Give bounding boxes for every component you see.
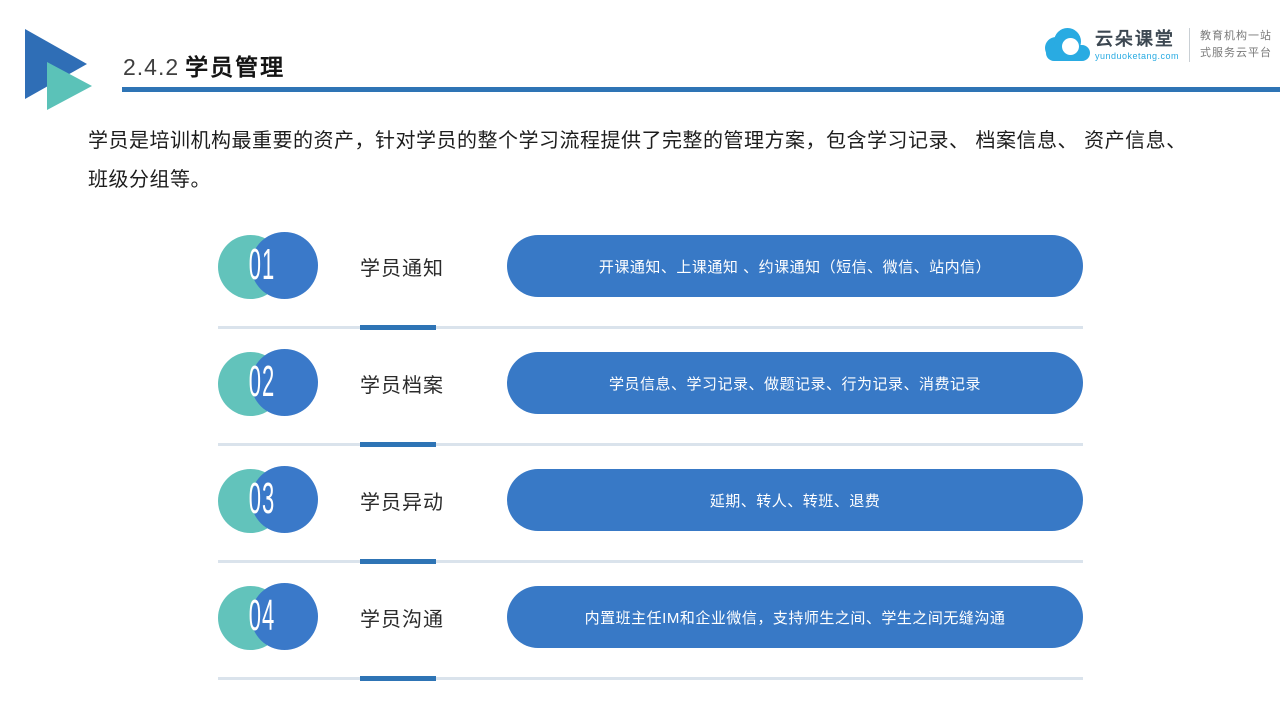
brand-tagline-line2: 式服务云平台	[1200, 45, 1272, 62]
brand-divider	[1189, 28, 1190, 62]
section-number: 2.4.2	[123, 54, 179, 80]
badge-number: 01	[247, 243, 277, 287]
number-badge: 03	[218, 465, 322, 535]
brand-text: 云朵课堂 yunduoketang.com	[1095, 29, 1179, 61]
intro-line2: 班级分组等。	[88, 169, 211, 191]
divider-accent	[360, 325, 436, 330]
brand-logo: 云朵课堂 yunduoketang.com 教育机构一站 式服务云平台	[1045, 28, 1272, 62]
intro-paragraph: 学员是培训机构最重要的资产，针对学员的整个学习流程提供了完整的管理方案，包含学习…	[88, 122, 1187, 200]
feature-label: 学员异动	[360, 486, 507, 515]
triangle-teal-icon	[47, 62, 92, 110]
feature-pill: 开课通知、上课通知 、约课通知（短信、微信、站内信）	[507, 235, 1083, 297]
feature-label: 学员通知	[360, 252, 507, 281]
divider-accent	[360, 442, 436, 447]
title-underline	[122, 87, 1280, 92]
feature-row-1: 01 学员通知 开课通知、上课通知 、约课通知（短信、微信、站内信）	[218, 220, 1083, 329]
row-divider	[218, 443, 1083, 446]
number-badge: 02	[218, 348, 322, 418]
row-divider	[218, 326, 1083, 329]
feature-description: 学员信息、学习记录、做题记录、行为记录、消费记录	[609, 373, 981, 394]
feature-label: 学员沟通	[360, 603, 507, 632]
divider-accent	[360, 676, 436, 681]
feature-row-4: 04 学员沟通 内置班主任IM和企业微信，支持师生之间、学生之间无缝沟通	[218, 571, 1083, 680]
feature-pill: 内置班主任IM和企业微信，支持师生之间、学生之间无缝沟通	[507, 586, 1083, 648]
divider-accent	[360, 559, 436, 564]
number-badge: 01	[218, 231, 322, 301]
feature-pill: 延期、转人、转班、退费	[507, 469, 1083, 531]
intro-line1: 学员是培训机构最重要的资产，针对学员的整个学习流程提供了完整的管理方案，包含学习…	[88, 130, 1187, 152]
slide-corner-logo	[25, 29, 105, 114]
number-badge: 04	[218, 582, 322, 652]
feature-list: 01 学员通知 开课通知、上课通知 、约课通知（短信、微信、站内信） 02 学员…	[218, 220, 1083, 688]
feature-description: 开课通知、上课通知 、约课通知（短信、微信、站内信）	[599, 256, 991, 277]
badge-number: 03	[247, 477, 277, 521]
cloud-icon	[1045, 28, 1091, 62]
feature-description: 延期、转人、转班、退费	[710, 490, 881, 511]
brand-domain: yunduoketang.com	[1095, 51, 1179, 61]
feature-row-2: 02 学员档案 学员信息、学习记录、做题记录、行为记录、消费记录	[218, 337, 1083, 446]
brand-tagline-line1: 教育机构一站	[1200, 28, 1272, 45]
feature-label: 学员档案	[360, 369, 507, 398]
section-title: 学员管理	[185, 54, 285, 80]
badge-number: 02	[247, 360, 277, 404]
brand-tagline: 教育机构一站 式服务云平台	[1200, 28, 1272, 62]
badge-number: 04	[247, 594, 277, 638]
brand-name: 云朵课堂	[1095, 29, 1179, 49]
row-divider	[218, 677, 1083, 680]
row-divider	[218, 560, 1083, 563]
feature-pill: 学员信息、学习记录、做题记录、行为记录、消费记录	[507, 352, 1083, 414]
feature-row-3: 03 学员异动 延期、转人、转班、退费	[218, 454, 1083, 563]
feature-description: 内置班主任IM和企业微信，支持师生之间、学生之间无缝沟通	[585, 607, 1006, 628]
